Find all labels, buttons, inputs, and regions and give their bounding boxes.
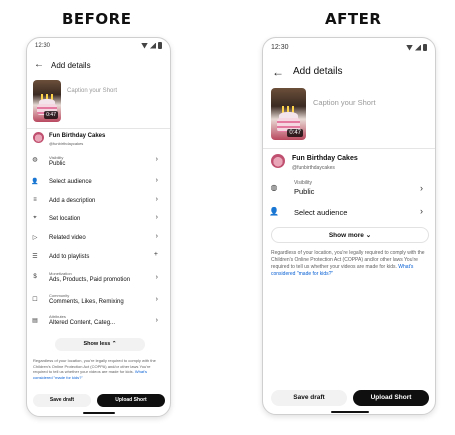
channel-handle: @funbirthdaycakes	[49, 141, 84, 146]
upload-short-button[interactable]: Upload Short	[353, 390, 429, 406]
home-indicator	[83, 412, 115, 414]
community-value: Comments, Likes, Remixing	[49, 299, 124, 305]
chevron-right-icon: ›	[155, 233, 158, 240]
visibility-row[interactable]: ◍ Visibility Public ›	[27, 152, 170, 170]
add-description-row[interactable]: ≡ Add a description ›	[27, 195, 170, 207]
video-duration: 0:47	[44, 111, 58, 119]
signal-icon	[415, 44, 421, 51]
show-more-button[interactable]: Show more ⌄	[271, 227, 429, 243]
show-less-button[interactable]: Show less ⌃	[55, 338, 145, 351]
globe-icon: ◍	[270, 183, 278, 192]
show-less-label: Show less	[83, 341, 111, 347]
header: ← Add details	[263, 63, 435, 81]
community-sub: Community	[49, 293, 70, 298]
battery-icon	[158, 42, 162, 49]
coppa-notice: Regardless of your location, you're lega…	[271, 250, 431, 278]
playlist-icon: ☰	[32, 254, 38, 260]
back-arrow-icon[interactable]: ←	[34, 59, 44, 70]
monetization-row[interactable]: $ Monetization Ads, Products, Paid promo…	[27, 269, 170, 287]
chevron-up-icon: ⌃	[111, 341, 117, 347]
header: ← Add details	[27, 58, 170, 74]
save-draft-button[interactable]: Save draft	[33, 394, 91, 407]
wifi-icon	[141, 42, 148, 49]
select-audience-row[interactable]: 👤 Select audience ›	[27, 176, 170, 188]
attributes-icon: ▤	[32, 318, 38, 324]
battery-icon	[423, 44, 427, 51]
save-draft-button[interactable]: Save draft	[271, 390, 347, 406]
home-indicator	[331, 411, 369, 413]
related-video-label: Related video	[49, 235, 86, 241]
status-bar: 12:30	[263, 38, 435, 54]
video-thumbnail[interactable]: 0:47	[33, 80, 61, 122]
phone-after: 12:30 ← Add details 0:47 Caption your Sh…	[262, 37, 436, 415]
chevron-right-icon: ›	[155, 214, 158, 221]
status-bar: 12:30	[27, 38, 170, 54]
comment-icon: ☐	[32, 297, 38, 303]
coppa-notice: Regardless of your location, you're lega…	[33, 358, 166, 380]
visibility-sub: Visibility	[49, 155, 64, 160]
description-icon: ≡	[33, 197, 37, 203]
chevron-down-icon: ⌄	[365, 232, 372, 239]
add-to-playlists-row[interactable]: ☰ Add to playlists +	[27, 251, 170, 263]
attributes-row[interactable]: ▤ Attributes Altered Content, Categ... ›	[27, 312, 170, 330]
add-to-playlists-label: Add to playlists	[49, 254, 90, 260]
upload-short-button[interactable]: Upload Short	[97, 394, 165, 407]
phone-before: 12:30 ← Add details 0:47 Caption your Sh…	[26, 37, 171, 417]
attributes-sub: Attributes	[49, 314, 66, 319]
channel-name: Fun Birthday Cakes	[292, 155, 358, 162]
chevron-right-icon: ›	[155, 274, 158, 281]
channel-handle: @funbirthdaycakes	[292, 165, 335, 171]
globe-icon: ◍	[32, 157, 38, 163]
plus-icon: +	[153, 251, 158, 258]
video-duration: 0:47	[287, 129, 303, 137]
back-arrow-icon[interactable]: ←	[272, 65, 284, 79]
audience-icon: 👤	[269, 207, 279, 216]
video-thumbnail[interactable]: 0:47	[271, 88, 306, 140]
attributes-value: Altered Content, Categ...	[49, 320, 116, 326]
select-audience-label: Select audience	[49, 179, 92, 185]
community-row[interactable]: ☐ Community Comments, Likes, Remixing ›	[27, 291, 170, 309]
monetization-sub: Monetization	[49, 271, 72, 276]
visibility-value: Public	[294, 187, 315, 196]
page-title: Add details	[293, 66, 343, 77]
add-description-label: Add a description	[49, 198, 96, 204]
page-title: Add details	[51, 61, 91, 70]
chevron-right-icon: ›	[155, 196, 158, 203]
visibility-value: Public	[49, 161, 66, 167]
dollar-icon: $	[33, 274, 37, 280]
monetization-value: Ads, Products, Paid promotion	[49, 277, 131, 283]
status-time: 12:30	[271, 44, 289, 51]
wifi-icon	[406, 44, 413, 51]
location-pin-icon: ⌖	[33, 215, 37, 221]
set-location-row[interactable]: ⌖ Set location ›	[27, 213, 170, 225]
audience-icon: 👤	[31, 179, 39, 185]
channel-name: Fun Birthday Cakes	[49, 133, 106, 139]
channel-avatar	[271, 154, 285, 168]
before-label: BEFORE	[62, 10, 132, 28]
visibility-sub: Visibility	[294, 180, 312, 186]
signal-icon	[150, 42, 156, 49]
chevron-right-icon: ›	[155, 177, 158, 184]
chevron-right-icon: ›	[155, 156, 158, 163]
channel-avatar	[33, 132, 44, 143]
chevron-right-icon: ›	[155, 317, 158, 324]
set-location-label: Set location	[49, 216, 81, 222]
caption-input[interactable]: Caption your Short	[313, 98, 376, 107]
after-label: AFTER	[325, 10, 382, 28]
chevron-right-icon: ›	[155, 296, 158, 303]
caption-input[interactable]: Caption your Short	[67, 88, 117, 94]
select-audience-label: Select audience	[294, 208, 348, 217]
chevron-right-icon: ›	[420, 183, 423, 193]
status-time: 12:30	[35, 43, 51, 49]
select-audience-row[interactable]: 👤 Select audience ›	[263, 205, 435, 219]
related-video-row[interactable]: ▷ Related video ›	[27, 232, 170, 244]
visibility-row[interactable]: ◍ Visibility Public ›	[263, 178, 435, 198]
chevron-right-icon: ›	[420, 206, 423, 216]
show-more-label: Show more	[328, 232, 364, 239]
play-icon: ▷	[32, 235, 38, 241]
